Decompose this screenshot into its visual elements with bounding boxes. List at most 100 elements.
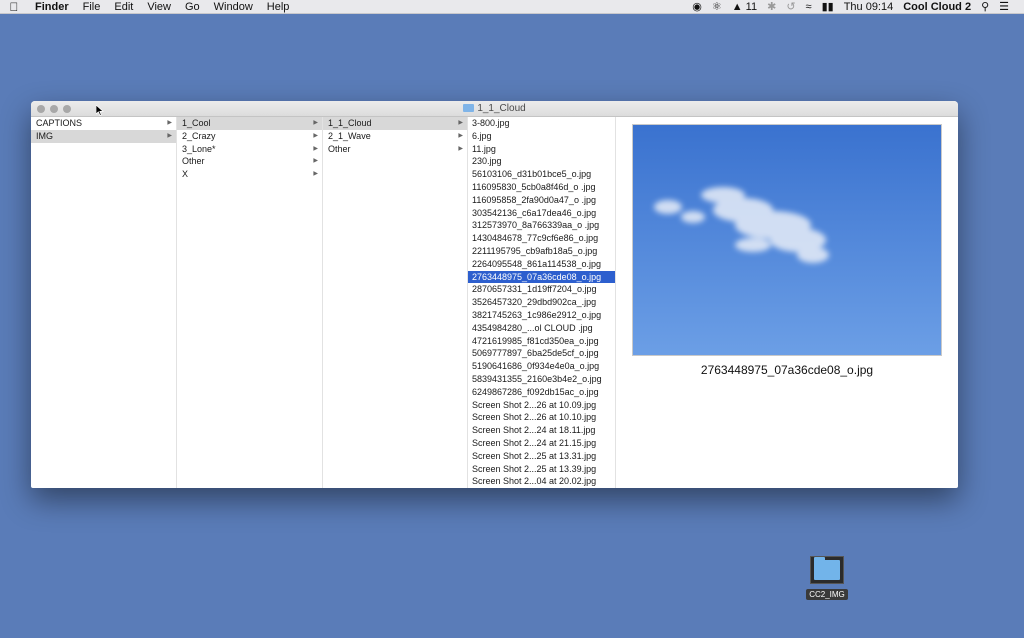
list-item[interactable]: 6249867286_f092db15ac_o.jpg bbox=[468, 386, 615, 399]
list-item-label: 56103106_d31b01bce5_o.jpg bbox=[472, 169, 592, 180]
list-item[interactable]: 2_1_Wave ▶ bbox=[323, 130, 467, 143]
list-item[interactable]: Screen Shot 2...24 at 18.11.jpg bbox=[468, 424, 615, 437]
list-item[interactable]: Screen Shot 2...25 at 13.39.jpg bbox=[468, 463, 615, 476]
list-item[interactable]: 3-800.jpg bbox=[468, 117, 615, 130]
desktop-folder[interactable]: CC2_IMG bbox=[801, 556, 853, 602]
notification-center-icon[interactable]: ☰ bbox=[994, 0, 1014, 13]
list-item[interactable]: Screen Shot 2...24 at 21.15.jpg bbox=[468, 437, 615, 450]
preview-filename: 2763448975_07a36cde08_o.jpg bbox=[700, 363, 874, 377]
time-machine-icon[interactable]: ↺ bbox=[781, 0, 800, 13]
list-item[interactable]: 1_Cool ▶ bbox=[177, 117, 322, 130]
adobe-icon[interactable]: ▲ 11 bbox=[727, 1, 762, 13]
list-item-label: 1430484678_77c9cf6e86_o.jpg bbox=[472, 233, 599, 244]
spotlight-search-icon[interactable]: ⚲ bbox=[976, 0, 994, 13]
list-item[interactable]: Screen Shot 2...04 at 20.02.jpg bbox=[468, 475, 615, 488]
list-item[interactable]: 230.jpg bbox=[468, 155, 615, 168]
preview-pane: 2763448975_07a36cde08_o.jpg bbox=[616, 117, 958, 488]
list-item-label: Screen Shot 2...24 at 18.11.jpg bbox=[472, 425, 596, 436]
list-item[interactable]: Other ▶ bbox=[323, 143, 467, 156]
record-icon[interactable]: ◉ bbox=[687, 0, 707, 13]
list-item[interactable]: 116095830_5cb0a8f46d_o .jpg bbox=[468, 181, 615, 194]
list-item[interactable]: 2870657331_1d19ff7204_o.jpg bbox=[468, 283, 615, 296]
column-4[interactable]: 3-800.jpg 6.jpg 11.jpg 230.jpg 56103106_d31b… bbox=[468, 117, 616, 488]
window-titlebar[interactable]: 1_1_Cloud bbox=[31, 101, 958, 117]
battery-icon[interactable]: ▮▮ bbox=[817, 0, 839, 13]
list-item-label: 3-800.jpg bbox=[472, 118, 510, 128]
status-area: ◉ ⚛ ▲ 11 ✱ ↺ ≈ ▮▮ Thu 09:14 Cool Cloud 2… bbox=[687, 0, 1024, 14]
disclosure-arrow-icon: ▶ bbox=[313, 120, 318, 126]
list-item[interactable]: 5069777897_6ba25de5cf_o.jpg bbox=[468, 347, 615, 360]
list-item-label: 2264095548_861a114538_o.jpg bbox=[472, 258, 601, 269]
menu-go[interactable]: Go bbox=[178, 1, 207, 13]
creative-cloud-icon[interactable]: ⚛ bbox=[707, 0, 727, 13]
list-item-label: X bbox=[182, 169, 189, 180]
column-3[interactable]: 1_1_Cloud ▶ 2_1_Wave ▶ Other ▶ bbox=[323, 117, 468, 488]
list-item-label: 5190641686_0f934e4e0a_o.jpg bbox=[472, 361, 600, 372]
wifi-icon[interactable]: ≈ bbox=[801, 1, 817, 13]
menu-edit[interactable]: Edit bbox=[107, 1, 140, 13]
menu-help[interactable]: Help bbox=[260, 1, 297, 13]
finder-window: 1_1_Cloud CAPTIONS ▶ IMG ▶ 1_Cool ▶ 2_Crazy ▶ 3… bbox=[31, 101, 958, 488]
column-1[interactable]: CAPTIONS ▶ IMG ▶ bbox=[31, 117, 177, 488]
list-item-label: 2211195795_cb9afb18a5_o.jpg bbox=[472, 245, 598, 256]
list-item[interactable]: 303542136_c6a17dea46_o.jpg bbox=[468, 207, 615, 220]
list-item-label: 3_Lone* bbox=[182, 143, 216, 154]
list-item[interactable]: Screen Shot 2...25 at 13.31.jpg bbox=[468, 450, 615, 463]
menu-window[interactable]: Window bbox=[207, 1, 260, 13]
list-item-label: 5839431355_2160e3b4e2_o.jpg bbox=[472, 373, 602, 384]
list-item[interactable]: X ▶ bbox=[177, 168, 322, 181]
list-item-label: 6249867286_f092db15ac_o.jpg bbox=[472, 386, 599, 397]
list-item[interactable]: Screen Shot 2...26 at 10.10.jpg bbox=[468, 411, 615, 424]
bluetooth-icon[interactable]: ✱ bbox=[762, 0, 781, 13]
user-name[interactable]: Cool Cloud 2 bbox=[898, 1, 976, 13]
list-item[interactable]: 56103106_d31b01bce5_o.jpg bbox=[468, 168, 615, 181]
list-item[interactable]: 3821745263_1c986e2912_o.jpg bbox=[468, 309, 615, 322]
list-item[interactable]: CAPTIONS ▶ bbox=[31, 117, 176, 130]
list-item[interactable]: 2_Crazy ▶ bbox=[177, 130, 322, 143]
list-item-label: 4354984280_...ol CLOUD .jpg bbox=[472, 322, 593, 333]
list-item[interactable]: 5190641686_0f934e4e0a_o.jpg bbox=[468, 360, 615, 373]
disclosure-arrow-icon: ▶ bbox=[167, 132, 172, 139]
list-item[interactable]: 6.jpg bbox=[468, 130, 615, 143]
list-item-label: 2763448975_07a36cde08_o.jpg bbox=[472, 271, 602, 282]
list-item[interactable]: 1430484678_77c9cf6e86_o.jpg bbox=[468, 232, 615, 245]
menu-file[interactable]: File bbox=[76, 1, 108, 13]
list-item-label: 2_Crazy bbox=[182, 130, 216, 141]
list-item[interactable]: Screen Shot 2...26 at 10.09.jpg bbox=[468, 399, 615, 412]
list-item-label: 1_Cool bbox=[182, 118, 211, 128]
menu-view[interactable]: View bbox=[140, 1, 178, 13]
list-item-label: 6.jpg bbox=[472, 130, 492, 141]
list-item[interactable]: 2211195795_cb9afb18a5_o.jpg bbox=[468, 245, 615, 258]
list-item[interactable]: 3_Lone* ▶ bbox=[177, 143, 322, 156]
column-2[interactable]: 1_Cool ▶ 2_Crazy ▶ 3_Lone* ▶ Other ▶ X ▶ bbox=[177, 117, 323, 488]
list-item[interactable]: 3526457320_29dbd902ca_.jpg bbox=[468, 296, 615, 309]
folder-icon bbox=[810, 556, 844, 584]
list-item[interactable]: 312573970_8a766339aa_o .jpg bbox=[468, 219, 615, 232]
clock[interactable]: Thu 09:14 bbox=[839, 1, 899, 13]
list-item[interactable]: 4354984280_...ol CLOUD .jpg bbox=[468, 322, 615, 335]
list-item-label: IMG bbox=[36, 130, 53, 141]
list-item[interactable]: 116095858_2fa90d0a47_o .jpg bbox=[468, 194, 615, 207]
list-item[interactable]: 5839431355_2160e3b4e2_o.jpg bbox=[468, 373, 615, 386]
preview-image bbox=[632, 124, 942, 356]
list-item[interactable]: 1_1_Cloud ▶ bbox=[323, 117, 467, 130]
list-item-label: 2870657331_1d19ff7204_o.jpg bbox=[472, 284, 597, 295]
desktop-folder-label: CC2_IMG bbox=[806, 589, 848, 600]
list-item-label: CAPTIONS bbox=[36, 118, 83, 128]
menu-app-name[interactable]: Finder bbox=[28, 1, 76, 13]
apple-menu-icon[interactable]:  bbox=[0, 0, 28, 14]
list-item-label: 2_1_Wave bbox=[328, 130, 371, 141]
list-item-label: 116095858_2fa90d0a47_o .jpg bbox=[472, 194, 596, 205]
list-item[interactable]: 4721619985_f81cd350ea_o.jpg bbox=[468, 335, 615, 348]
list-item-label: Screen Shot 2...25 at 13.39.jpg bbox=[472, 463, 597, 474]
list-item[interactable]: 2264095548_861a114538_o.jpg bbox=[468, 258, 615, 271]
list-item-label: 303542136_c6a17dea46_o.jpg bbox=[472, 207, 597, 218]
list-item[interactable]: 11.jpg bbox=[468, 143, 615, 156]
list-item-label: 3526457320_29dbd902ca_.jpg bbox=[472, 297, 597, 308]
list-item-label: 1_1_Cloud bbox=[328, 118, 372, 128]
list-item-label: Screen Shot 2...24 at 21.15.jpg bbox=[472, 437, 597, 448]
list-item[interactable]: Other ▶ bbox=[177, 155, 322, 168]
list-item[interactable]: IMG ▶ bbox=[31, 129, 176, 143]
list-item[interactable]: 2763448975_07a36cde08_o.jpg bbox=[468, 270, 615, 284]
column-browser: CAPTIONS ▶ IMG ▶ 1_Cool ▶ 2_Crazy ▶ 3_Lone* ▶ Oth… bbox=[31, 117, 958, 488]
